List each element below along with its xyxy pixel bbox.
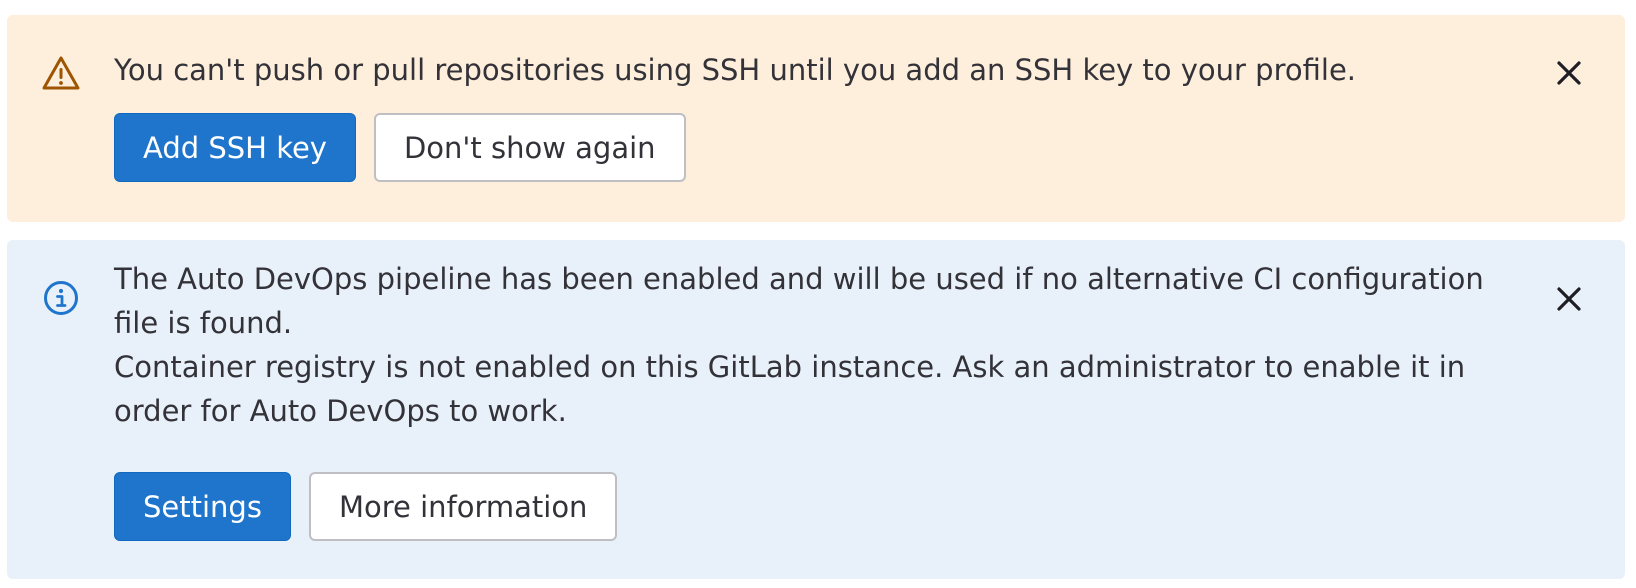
- alert-actions: Settings More information: [114, 472, 618, 541]
- ssh-key-alert: You can't push or pull repositories usin…: [7, 15, 1625, 222]
- alert-actions: Add SSH key Don't show again: [114, 113, 686, 182]
- devops-alert-text: The Auto DevOps pipeline has been enable…: [114, 262, 1484, 340]
- info-icon: [41, 278, 81, 318]
- more-information-button[interactable]: More information: [308, 472, 618, 541]
- close-icon[interactable]: [1549, 53, 1589, 93]
- close-icon[interactable]: [1549, 279, 1589, 319]
- registry-alert-text: Container registry is not enabled on thi…: [114, 350, 1466, 428]
- warning-icon: [41, 53, 81, 93]
- alert-message: The Auto DevOps pipeline has been enable…: [114, 257, 1515, 433]
- ssh-alert-text: You can't push or pull repositories usin…: [114, 53, 1357, 87]
- auto-devops-alert: The Auto DevOps pipeline has been enable…: [7, 240, 1625, 579]
- alert-message: You can't push or pull repositories usin…: [114, 48, 1515, 92]
- dont-show-again-button[interactable]: Don't show again: [373, 113, 686, 182]
- settings-button[interactable]: Settings: [114, 472, 291, 541]
- add-ssh-key-button[interactable]: Add SSH key: [114, 113, 356, 182]
